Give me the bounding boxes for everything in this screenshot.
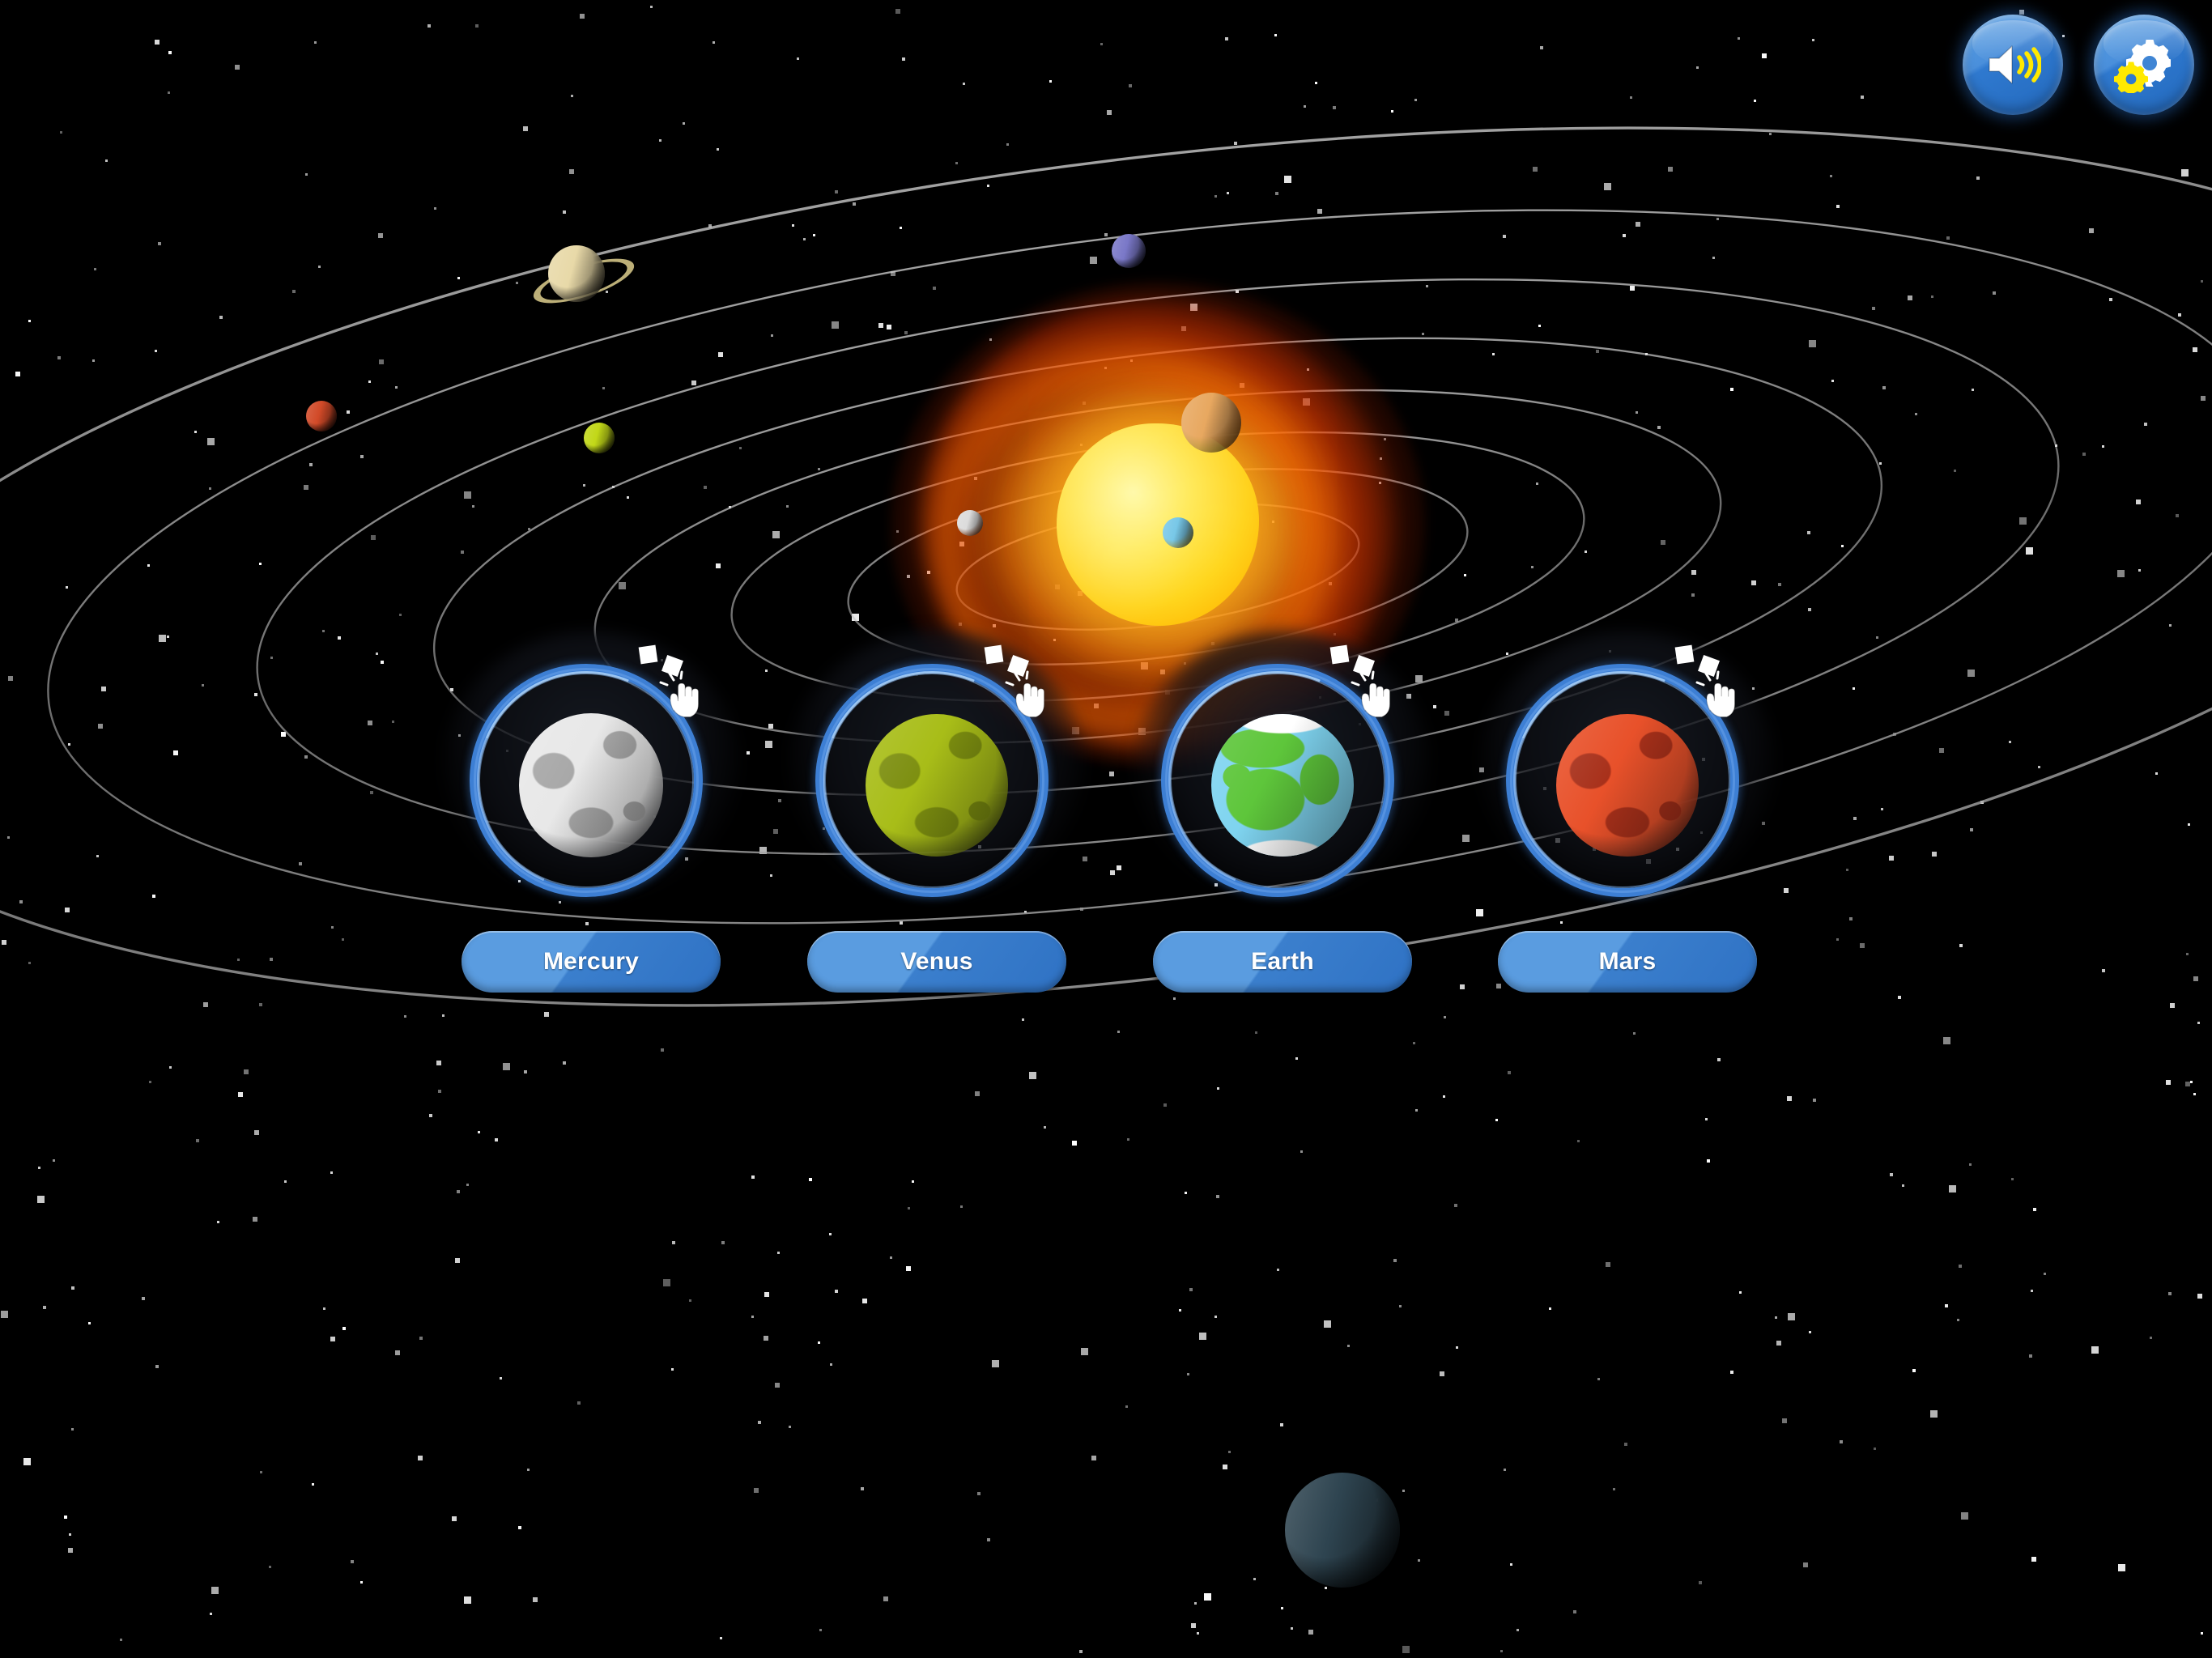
speaker-icon — [1984, 40, 2041, 90]
background-planet-venus-3 — [584, 423, 615, 453]
planet-ring-zone[interactable] — [442, 631, 740, 907]
planet-model-venus[interactable] — [866, 714, 1008, 857]
planet-selector-venus[interactable]: Venus — [788, 631, 1086, 993]
planet-button-label: Mercury — [542, 948, 640, 975]
background-planet-saturn-0 — [529, 245, 639, 312]
planet-shading — [1112, 234, 1146, 268]
planet-model-mercury[interactable] — [519, 713, 663, 857]
planet-button-label: Venus — [900, 948, 973, 975]
planet-selector-mercury[interactable]: Mercury — [442, 631, 740, 993]
planet-button-label: Mars — [1598, 948, 1657, 975]
planet-selector-earth[interactable]: Earth — [1134, 631, 1431, 993]
planet-ring-zone[interactable] — [1478, 631, 1776, 907]
solar-system-scene: Mercury Venus Earth Mars — [0, 0, 2212, 1658]
planet-lighting — [866, 714, 1008, 857]
planet-shading — [548, 245, 605, 302]
gear-icon — [2114, 36, 2174, 93]
sound-button[interactable] — [1963, 15, 2063, 115]
planet-button-mercury[interactable]: Mercury — [462, 931, 721, 993]
planet-ring-zone[interactable] — [1134, 631, 1431, 907]
background-planet-neptune-1 — [1112, 234, 1146, 268]
background-planet-earth-6 — [1163, 517, 1193, 548]
top-controls — [1963, 15, 2194, 115]
planet-model-earth[interactable] — [1211, 714, 1354, 857]
planet-lighting — [1556, 714, 1699, 857]
planet-shading — [1285, 1473, 1400, 1588]
planet-lighting — [519, 713, 663, 857]
planet-button-earth[interactable]: Earth — [1153, 931, 1412, 993]
planet-ring-zone[interactable] — [788, 631, 1086, 907]
planet-shading — [584, 423, 615, 453]
sun-facets — [1057, 423, 1259, 626]
planet-button-mars[interactable]: Mars — [1498, 931, 1757, 993]
settings-button[interactable] — [2094, 15, 2194, 115]
background-planet-jupiter-4 — [1181, 393, 1241, 453]
background-planet-mercury-5 — [957, 510, 983, 536]
background-planet-mars-2 — [306, 401, 337, 432]
planet-model-mars[interactable] — [1556, 714, 1699, 857]
planet-button-label: Earth — [1251, 948, 1314, 975]
planet-shading — [957, 510, 983, 536]
planet-selector-row: Mercury Venus Earth Mars — [0, 631, 2212, 1004]
planet-lighting — [1211, 714, 1354, 857]
planet-shading — [306, 401, 337, 432]
planet-shading — [1181, 393, 1241, 453]
planet-button-venus[interactable]: Venus — [807, 931, 1066, 993]
background-planet-pluto-7 — [1285, 1473, 1400, 1588]
planet-selector-mars[interactable]: Mars — [1478, 631, 1776, 993]
planet-shading — [1163, 517, 1193, 548]
